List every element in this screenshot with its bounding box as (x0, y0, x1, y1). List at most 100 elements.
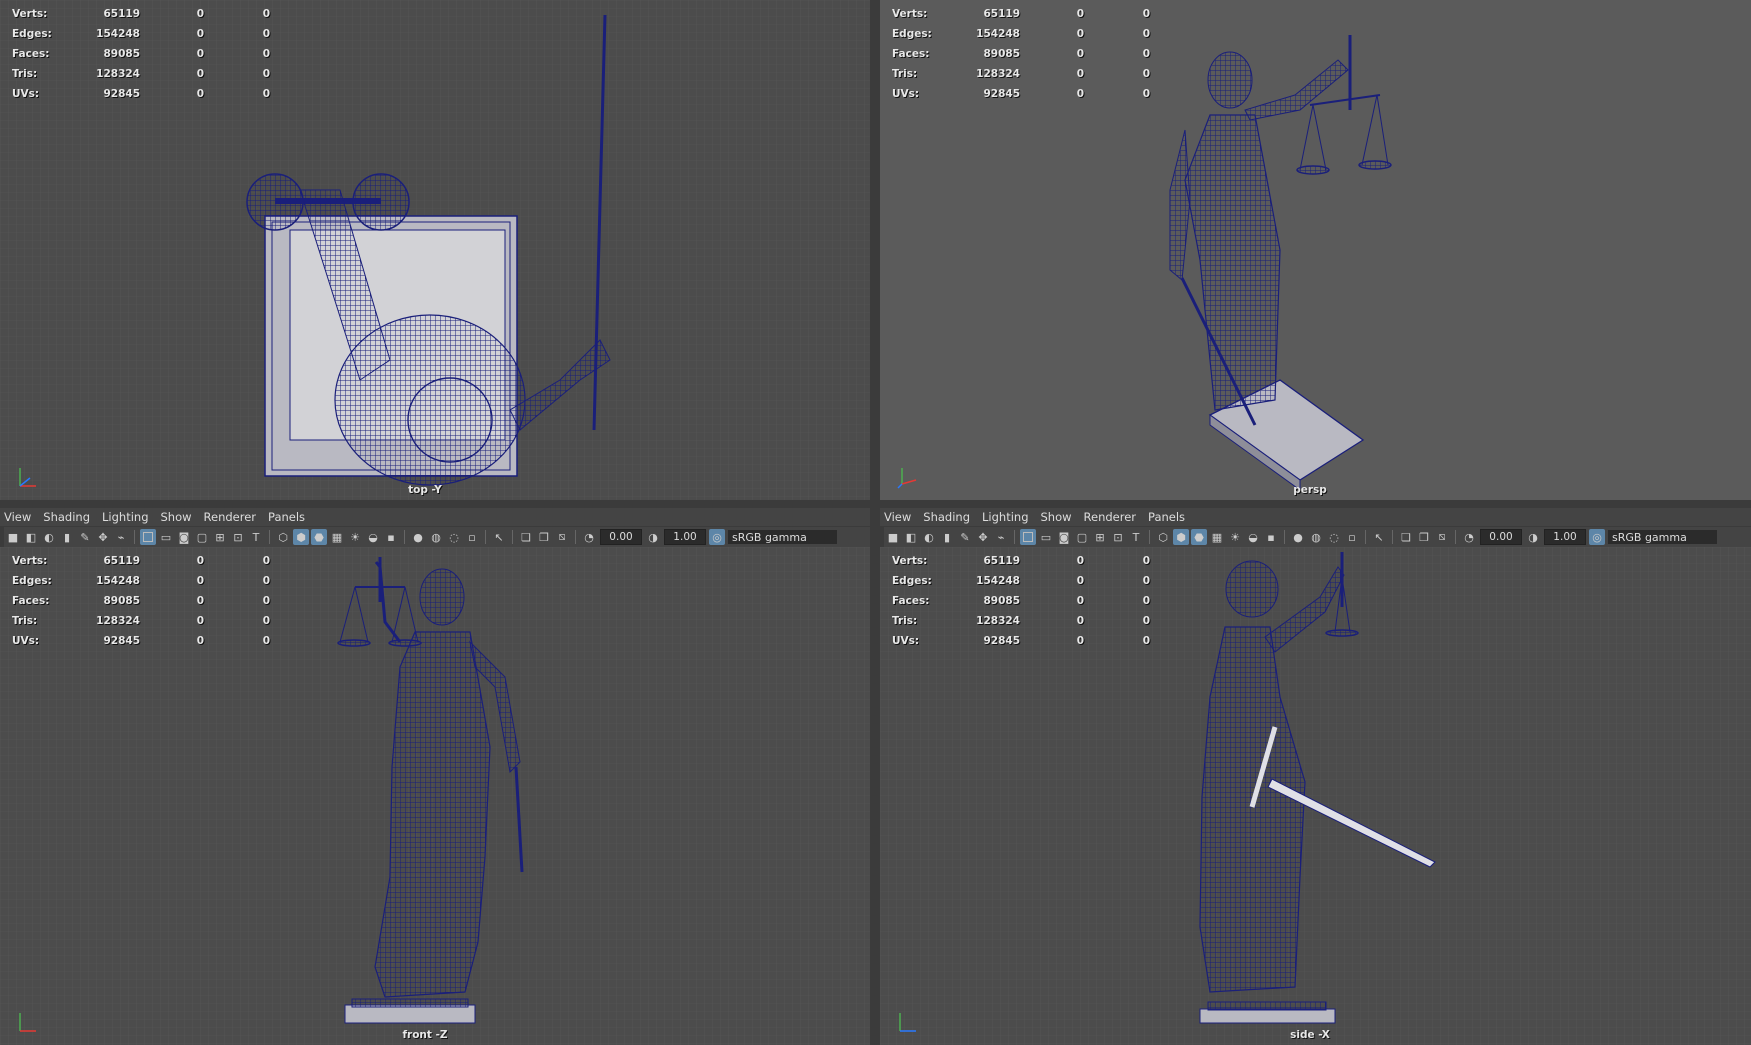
panel-toolbar: ■ ◧ ◐ ▮ ✎ ✥ ⌁ ▭ ◙ ▢ ⊞ ⊡ T ⬡ ⬢ ⬣ ▦ ☀ ◒ ▪ … (4, 527, 870, 547)
film-gate-icon[interactable]: ▭ (1038, 529, 1054, 545)
lights-icon[interactable]: ☀ (347, 529, 363, 545)
isolate-select-icon[interactable]: ▫ (1344, 529, 1360, 545)
menu-shading[interactable]: Shading (39, 510, 98, 524)
xray-icon[interactable]: ↖ (491, 529, 507, 545)
image-plane-icon[interactable]: ▮ (939, 529, 955, 545)
motion-blur-icon[interactable]: ● (1290, 529, 1306, 545)
viewport-front[interactable]: Verts: 65119 0 0 Edges: 154248 0 0 Faces: 89085… (0, 547, 870, 1045)
two-d-pan-icon[interactable]: ✥ (95, 529, 111, 545)
grid-toggle-icon[interactable] (1020, 529, 1036, 545)
toolbar-separator (1392, 530, 1393, 544)
stat-value: 89085 (103, 595, 140, 607)
exposure-field[interactable]: 0.00 (1480, 529, 1522, 545)
stat-value: 0 (1142, 68, 1150, 80)
screen-space-ao-icon[interactable]: ▪ (1263, 529, 1279, 545)
field-chart-icon[interactable]: ⊞ (212, 529, 228, 545)
anti-aliasing-icon[interactable]: ◍ (1308, 529, 1324, 545)
camera-attributes-icon[interactable]: ◧ (903, 529, 919, 545)
stat-label: Tris: (12, 68, 38, 80)
menu-panels[interactable]: Panels (1144, 510, 1193, 524)
menu-renderer[interactable]: Renderer (1080, 510, 1145, 524)
shadows-icon[interactable]: ◒ (1245, 529, 1261, 545)
safe-action-icon[interactable]: ⊡ (1110, 529, 1126, 545)
gate-mask-icon[interactable]: ▢ (194, 529, 210, 545)
image-plane-icon[interactable]: ▮ (59, 529, 75, 545)
exposure-icon[interactable]: ◔ (1461, 529, 1477, 545)
stat-value: 92845 (983, 635, 1020, 647)
gamma-field[interactable]: 1.00 (664, 529, 706, 545)
view-transform-select[interactable]: sRGB gamma (1608, 530, 1717, 544)
shadows-icon[interactable]: ◒ (365, 529, 381, 545)
isolate-select-icon[interactable]: ▫ (464, 529, 480, 545)
menu-show[interactable]: Show (157, 510, 200, 524)
smooth-shade-icon[interactable]: ⬢ (1173, 529, 1189, 545)
stat-value: 154248 (96, 28, 140, 40)
viewport-top[interactable]: Verts: 65119 0 0 Edges: 154248 0 0 Faces: 89085… (0, 0, 870, 500)
camera-attributes-icon[interactable]: ◧ (23, 529, 39, 545)
two-d-pan-icon[interactable]: ✥ (975, 529, 991, 545)
xray-icon[interactable]: ↖ (1371, 529, 1387, 545)
film-gate-icon[interactable]: ▭ (158, 529, 174, 545)
camera-select-icon[interactable]: ■ (5, 529, 21, 545)
bookmark-icon[interactable]: ◐ (921, 529, 937, 545)
resolution-gate-icon[interactable]: ◙ (176, 529, 192, 545)
view-transform-select[interactable]: sRGB gamma (728, 530, 837, 544)
menu-lighting[interactable]: Lighting (98, 510, 156, 524)
stat-value: 0 (1076, 28, 1084, 40)
color-management-icon[interactable]: ◎ (1589, 529, 1605, 545)
grease-pencil-icon[interactable]: ✎ (957, 529, 973, 545)
wireframe-icon[interactable]: ⬡ (275, 529, 291, 545)
textured-icon[interactable]: ▦ (329, 529, 345, 545)
xray-active-icon[interactable]: ❐ (1416, 529, 1432, 545)
smooth-shade-icon[interactable]: ⬢ (293, 529, 309, 545)
wireframe-icon[interactable]: ⬡ (1155, 529, 1171, 545)
safe-title-icon[interactable]: T (248, 529, 264, 545)
brush-icon[interactable]: ⌁ (113, 529, 129, 545)
gate-mask-icon[interactable]: ▢ (1074, 529, 1090, 545)
stat-value: 0 (1076, 635, 1084, 647)
stat-value: 0 (262, 88, 270, 100)
safe-title-icon[interactable]: T (1128, 529, 1144, 545)
menu-panels[interactable]: Panels (264, 510, 313, 524)
resolution-gate-icon[interactable]: ◙ (1056, 529, 1072, 545)
textured-icon[interactable]: ▦ (1209, 529, 1225, 545)
exposure-field[interactable]: 0.00 (600, 529, 642, 545)
menu-show[interactable]: Show (1037, 510, 1080, 524)
brush-icon[interactable]: ⌁ (993, 529, 1009, 545)
gamma-icon[interactable]: ◑ (1525, 529, 1541, 545)
bookmark-icon[interactable]: ◐ (41, 529, 57, 545)
menu-shading[interactable]: Shading (919, 510, 978, 524)
stat-value: 0 (196, 615, 204, 627)
backface-icon[interactable]: ⧅ (554, 529, 570, 545)
depth-of-field-icon[interactable]: ◌ (1326, 529, 1342, 545)
menu-view[interactable]: View (880, 510, 919, 524)
menu-view[interactable]: View (0, 510, 39, 524)
lights-icon[interactable]: ☀ (1227, 529, 1243, 545)
depth-of-field-icon[interactable]: ◌ (446, 529, 462, 545)
xray-joints-icon[interactable]: ❏ (518, 529, 534, 545)
backface-icon[interactable]: ⧅ (1434, 529, 1450, 545)
anti-aliasing-icon[interactable]: ◍ (428, 529, 444, 545)
grid-toggle-icon[interactable] (140, 529, 156, 545)
field-chart-icon[interactable]: ⊞ (1092, 529, 1108, 545)
screen-space-ao-icon[interactable]: ▪ (383, 529, 399, 545)
stat-value: 0 (1076, 615, 1084, 627)
color-management-icon[interactable]: ◎ (709, 529, 725, 545)
gamma-icon[interactable]: ◑ (645, 529, 661, 545)
stat-value: 0 (1142, 88, 1150, 100)
exposure-icon[interactable]: ◔ (581, 529, 597, 545)
xray-joints-icon[interactable]: ❏ (1398, 529, 1414, 545)
menu-lighting[interactable]: Lighting (978, 510, 1036, 524)
stat-value: 128324 (96, 615, 140, 627)
gamma-field[interactable]: 1.00 (1544, 529, 1586, 545)
viewport-side[interactable]: Verts: 65119 0 0 Edges: 154248 0 0 Faces: 89085… (880, 547, 1751, 1045)
wireframe-on-shaded-icon[interactable]: ⬣ (311, 529, 327, 545)
safe-action-icon[interactable]: ⊡ (230, 529, 246, 545)
xray-active-icon[interactable]: ❐ (536, 529, 552, 545)
camera-select-icon[interactable]: ■ (885, 529, 901, 545)
motion-blur-icon[interactable]: ● (410, 529, 426, 545)
grease-pencil-icon[interactable]: ✎ (77, 529, 93, 545)
wireframe-on-shaded-icon[interactable]: ⬣ (1191, 529, 1207, 545)
viewport-persp[interactable]: Verts: 65119 0 0 Edges: 154248 0 0 Faces: 89085… (880, 0, 1751, 500)
menu-renderer[interactable]: Renderer (200, 510, 265, 524)
